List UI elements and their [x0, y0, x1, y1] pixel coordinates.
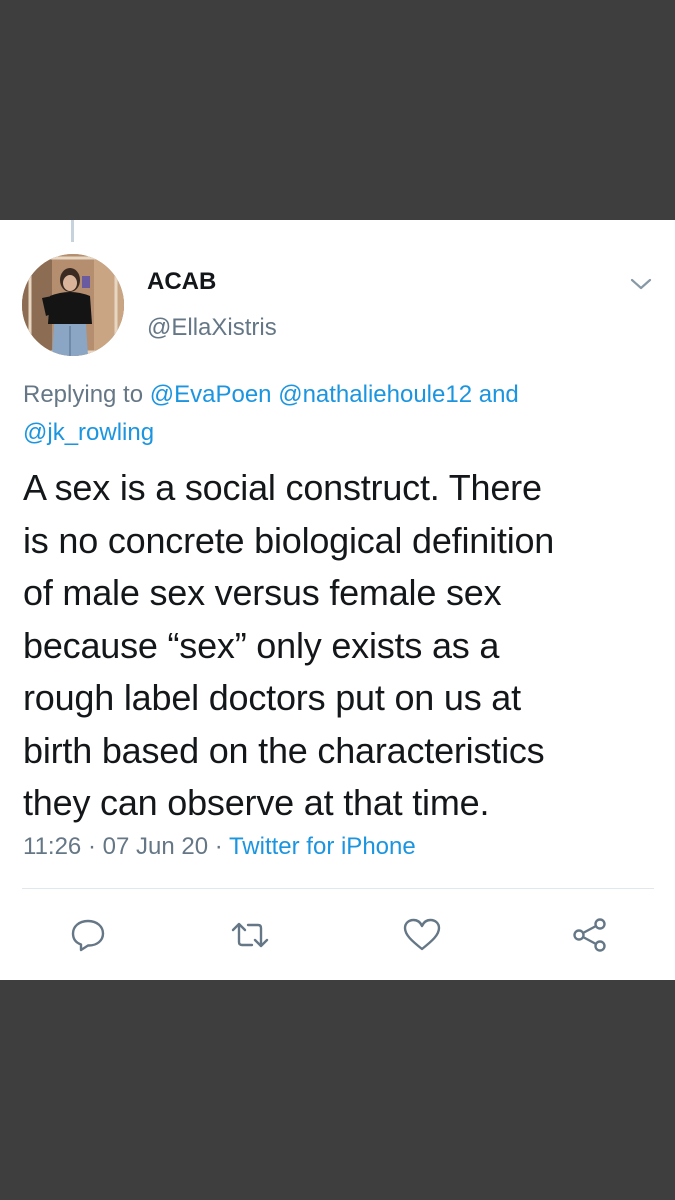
tweet-text-line: of male sex versus female sex: [23, 572, 502, 613]
tweet-text: A sex is a social construct. There is no…: [23, 462, 668, 830]
tweet-time: 11:26: [23, 833, 82, 860]
more-options-button[interactable]: [626, 272, 656, 296]
avatar-photo: [22, 254, 124, 356]
tweet-date: 07 Jun 20: [102, 833, 209, 860]
tweet-meta: 11:26 · 07 Jun 20 · Twitter for iPhone: [23, 832, 416, 862]
share-icon: [573, 918, 606, 952]
like-button[interactable]: [402, 917, 442, 953]
share-button[interactable]: [570, 917, 610, 953]
mention-link[interactable]: @EvaPoen: [150, 381, 272, 408]
tweet-text-line: is no concrete biological definition: [23, 519, 555, 561]
tweet-text-line: because “sex” only exists as a: [23, 624, 500, 666]
user-handle[interactable]: @EllaXistris: [147, 314, 277, 342]
retweet-button[interactable]: [230, 917, 270, 953]
divider: [22, 888, 654, 889]
tweet-text-line: birth based on the characteristics: [23, 729, 545, 771]
tweet-text-line: rough label doctors put on us at: [23, 677, 521, 718]
thread-connector-line: [71, 220, 74, 242]
retweet-icon: [231, 922, 269, 948]
tweet-source-link[interactable]: Twitter for iPhone: [229, 833, 416, 860]
mention-link[interactable]: @nathaliehoule12: [278, 381, 472, 408]
reply-button[interactable]: [68, 917, 108, 953]
tweet-text-line: A sex is a social construct. There: [23, 467, 542, 508]
meta-separator: ·: [87, 833, 96, 860]
tweet-card: ACAB @EllaXistris Replying to @EvaPoen @…: [0, 220, 675, 980]
meta-separator: ·: [214, 833, 223, 860]
replying-to-line: Replying to @EvaPoen @nathaliehoule12 an…: [23, 376, 653, 452]
reply-icon: [71, 919, 105, 952]
tweet-text-line: they can observe at that time.: [23, 782, 490, 823]
mentions-joiner: and: [478, 381, 519, 408]
avatar[interactable]: [22, 254, 124, 356]
display-name[interactable]: ACAB: [147, 268, 216, 296]
chevron-down-icon: [630, 278, 652, 290]
heart-icon: [403, 918, 441, 951]
replying-to-label: Replying to: [23, 381, 144, 408]
mention-link[interactable]: @jk_rowling: [23, 419, 154, 446]
